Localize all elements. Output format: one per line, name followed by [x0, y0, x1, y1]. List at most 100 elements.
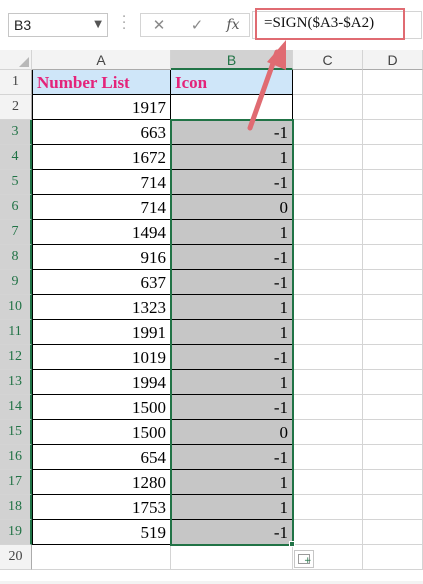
fill-handle[interactable] [289, 541, 295, 547]
cell-d1[interactable] [363, 70, 423, 95]
cell-b8[interactable]: -1 [171, 245, 293, 270]
cell-a9[interactable]: 637 [32, 270, 171, 295]
cell-c6[interactable] [293, 195, 363, 220]
cell-d5[interactable] [363, 170, 423, 195]
quick-analysis-button[interactable]: + [294, 550, 314, 568]
column-header-d[interactable]: D [363, 50, 423, 70]
cell-b7[interactable]: 1 [171, 220, 293, 245]
cell-c16[interactable] [293, 445, 363, 470]
chevron-down-icon[interactable]: ▼ [94, 19, 102, 30]
row-header-2[interactable]: 2 [0, 95, 32, 120]
cell-b17[interactable]: 1 [171, 470, 293, 495]
cell-a13[interactable]: 1994 [32, 370, 171, 395]
cell-d6[interactable] [363, 195, 423, 220]
cell-d4[interactable] [363, 145, 423, 170]
cell-a3[interactable]: 663 [32, 120, 171, 145]
cell-b14[interactable]: -1 [171, 395, 293, 420]
cell-b10[interactable]: 1 [171, 295, 293, 320]
formula-bar-grip-icon[interactable]: · · · [122, 11, 126, 36]
cell-c8[interactable] [293, 245, 363, 270]
cell-d12[interactable] [363, 345, 423, 370]
cell-b13[interactable]: 1 [171, 370, 293, 395]
row-header-13[interactable]: 13 [0, 370, 32, 395]
cell-c5[interactable] [293, 170, 363, 195]
cell-d10[interactable] [363, 295, 423, 320]
cell-c9[interactable] [293, 270, 363, 295]
insert-function-icon[interactable]: fx [219, 15, 247, 35]
row-header-7[interactable]: 7 [0, 220, 32, 245]
cell-b4[interactable]: 1 [171, 145, 293, 170]
cell-d19[interactable] [363, 520, 423, 545]
enter-icon[interactable]: ✓ [183, 15, 211, 35]
cell-d8[interactable] [363, 245, 423, 270]
cell-c10[interactable] [293, 295, 363, 320]
cell-c7[interactable] [293, 220, 363, 245]
cell-c18[interactable] [293, 495, 363, 520]
cell-a6[interactable]: 714 [32, 195, 171, 220]
cell-a17[interactable]: 1280 [32, 470, 171, 495]
cell-a5[interactable]: 714 [32, 170, 171, 195]
cell-d9[interactable] [363, 270, 423, 295]
cell-d13[interactable] [363, 370, 423, 395]
row-header-9[interactable]: 9 [0, 270, 32, 295]
cell-b6[interactable]: 0 [171, 195, 293, 220]
cell-a4[interactable]: 1672 [32, 145, 171, 170]
cell-b9[interactable]: -1 [171, 270, 293, 295]
cell-b15[interactable]: 0 [171, 420, 293, 445]
row-header-6[interactable]: 6 [0, 195, 32, 220]
row-header-12[interactable]: 12 [0, 345, 32, 370]
cell-c19[interactable] [293, 520, 363, 545]
cell-a16[interactable]: 654 [32, 445, 171, 470]
row-header-8[interactable]: 8 [0, 245, 32, 270]
cell-a7[interactable]: 1494 [32, 220, 171, 245]
cell-d2[interactable] [363, 95, 423, 120]
cell-b11[interactable]: 1 [171, 320, 293, 345]
name-box[interactable]: B3 ▼ [8, 13, 108, 37]
row-header-11[interactable]: 11 [0, 320, 32, 345]
row-header-3[interactable]: 3 [0, 120, 32, 145]
cell-a19[interactable]: 519 [32, 520, 171, 545]
cell-b19[interactable]: -1 [171, 520, 293, 545]
cell-a15[interactable]: 1500 [32, 420, 171, 445]
cell-d17[interactable] [363, 470, 423, 495]
cell-a14[interactable]: 1500 [32, 395, 171, 420]
cell-c4[interactable] [293, 145, 363, 170]
cell-c2[interactable] [293, 95, 363, 120]
cell-a18[interactable]: 1753 [32, 495, 171, 520]
cell-d16[interactable] [363, 445, 423, 470]
cell-b2[interactable] [171, 95, 293, 120]
cell-c17[interactable] [293, 470, 363, 495]
cell-d15[interactable] [363, 420, 423, 445]
row-header-14[interactable]: 14 [0, 395, 32, 420]
row-header-20[interactable]: 20 [0, 545, 32, 570]
cell-a1-header[interactable]: Number List [32, 70, 171, 95]
cell-a12[interactable]: 1019 [32, 345, 171, 370]
column-header-a[interactable]: A [32, 50, 171, 70]
row-header-18[interactable]: 18 [0, 495, 32, 520]
cell-a20[interactable] [32, 545, 171, 570]
row-header-5[interactable]: 5 [0, 170, 32, 195]
cell-d3[interactable] [363, 120, 423, 145]
column-header-c[interactable]: C [293, 50, 363, 70]
cell-c1[interactable] [293, 70, 363, 95]
cell-b1-header[interactable]: Icon [171, 70, 293, 95]
cell-d7[interactable] [363, 220, 423, 245]
cell-b12[interactable]: -1 [171, 345, 293, 370]
row-header-4[interactable]: 4 [0, 145, 32, 170]
select-all-button[interactable] [0, 50, 32, 70]
row-header-17[interactable]: 17 [0, 470, 32, 495]
cell-d14[interactable] [363, 395, 423, 420]
cell-b3[interactable]: -1 [171, 120, 293, 145]
cell-d20[interactable] [363, 545, 423, 570]
cell-d18[interactable] [363, 495, 423, 520]
cell-b5[interactable]: -1 [171, 170, 293, 195]
row-header-1[interactable]: 1 [0, 70, 32, 95]
cell-b18[interactable]: 1 [171, 495, 293, 520]
row-header-15[interactable]: 15 [0, 420, 32, 445]
cell-d11[interactable] [363, 320, 423, 345]
cancel-icon[interactable]: ✕ [145, 15, 173, 35]
cell-a2[interactable]: 1917 [32, 95, 171, 120]
cell-c14[interactable] [293, 395, 363, 420]
cell-a11[interactable]: 1991 [32, 320, 171, 345]
column-header-b[interactable]: B [171, 50, 293, 70]
